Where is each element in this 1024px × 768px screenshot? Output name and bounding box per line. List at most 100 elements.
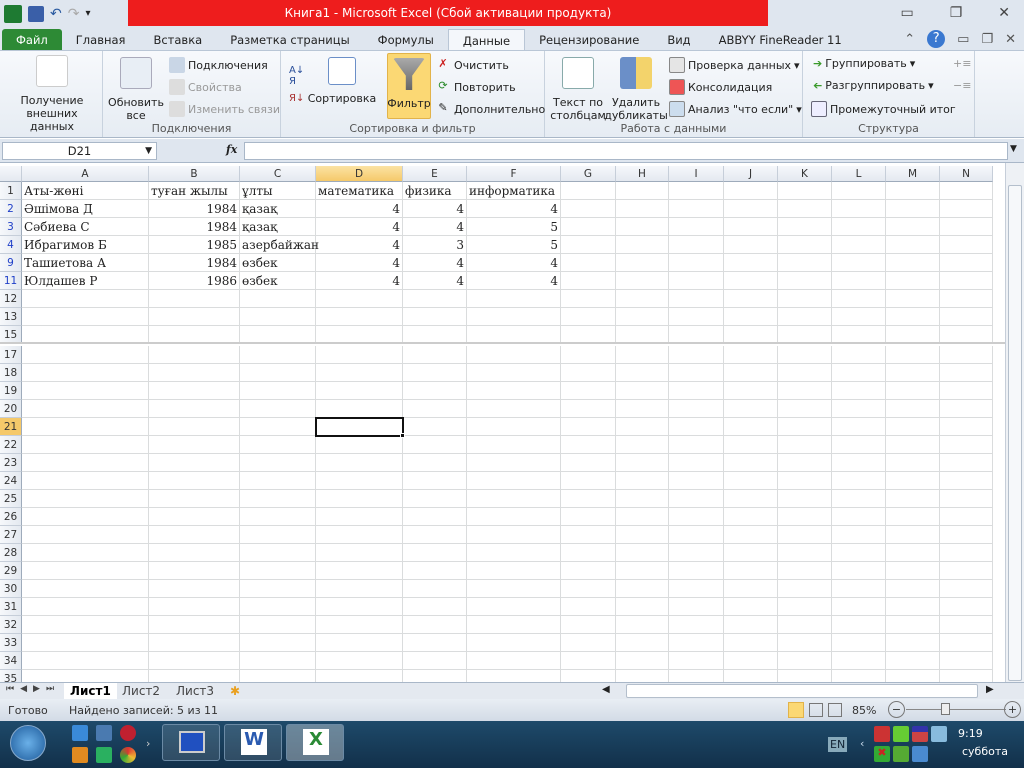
cell-C24[interactable]: [240, 472, 316, 490]
cell-H3[interactable]: [616, 218, 669, 236]
cell-B28[interactable]: [149, 544, 240, 562]
cell-H22[interactable]: [616, 436, 669, 454]
cell-N22[interactable]: [940, 436, 993, 454]
cell-G17[interactable]: [561, 346, 616, 364]
cell-F31[interactable]: [467, 598, 561, 616]
cell-M30[interactable]: [886, 580, 940, 598]
cell-N20[interactable]: [940, 400, 993, 418]
normal-view-icon[interactable]: [788, 702, 804, 718]
cell-A30[interactable]: [22, 580, 149, 598]
cell-E30[interactable]: [403, 580, 467, 598]
cell-K31[interactable]: [778, 598, 832, 616]
tab-5[interactable]: Данные: [447, 29, 526, 51]
cell-N31[interactable]: [940, 598, 993, 616]
spreadsheet-grid[interactable]: A B C D E F G H I J K L M N 1 Аты-жөні туған жылы ұлты мат…: [0, 166, 1005, 682]
cell-B4[interactable]: 1985: [149, 236, 240, 254]
cell-N17[interactable]: [940, 346, 993, 364]
sort-asc-button[interactable]: А↓ Я: [289, 65, 304, 87]
clock-time[interactable]: 9:19: [958, 727, 983, 740]
cell-D9[interactable]: 4: [316, 254, 403, 272]
cell-H26[interactable]: [616, 508, 669, 526]
cell-I22[interactable]: [669, 436, 724, 454]
cell-D12[interactable]: [316, 290, 403, 308]
column-header-M[interactable]: M: [886, 166, 940, 182]
cell-G23[interactable]: [561, 454, 616, 472]
row-header-11[interactable]: 11: [0, 272, 22, 290]
cell-E18[interactable]: [403, 364, 467, 382]
tab-4[interactable]: Формулы: [364, 29, 448, 51]
cell-E28[interactable]: [403, 544, 467, 562]
cell-F13[interactable]: [467, 308, 561, 326]
cell-M22[interactable]: [886, 436, 940, 454]
cell-N23[interactable]: [940, 454, 993, 472]
row-header-34[interactable]: 34: [0, 652, 22, 670]
cell-K30[interactable]: [778, 580, 832, 598]
cell-C25[interactable]: [240, 490, 316, 508]
cell-A27[interactable]: [22, 526, 149, 544]
cell-C11[interactable]: өзбек: [240, 272, 316, 290]
cell-C13[interactable]: [240, 308, 316, 326]
doc-close-icon[interactable]: ✕: [1005, 32, 1016, 47]
cell-F9[interactable]: 4: [467, 254, 561, 272]
cell-J18[interactable]: [724, 364, 778, 382]
cell-K25[interactable]: [778, 490, 832, 508]
remove-duplicates-button[interactable]: Удалить дубликаты: [604, 57, 668, 122]
filter-button[interactable]: Фильтр: [387, 53, 431, 119]
cell-I9[interactable]: [669, 254, 724, 272]
cell-L18[interactable]: [832, 364, 886, 382]
cell-K28[interactable]: [778, 544, 832, 562]
cell-B12[interactable]: [149, 290, 240, 308]
help-icon[interactable]: ?: [927, 30, 946, 48]
cell-M3[interactable]: [886, 218, 940, 236]
download-icon[interactable]: [893, 726, 909, 742]
row-header-24[interactable]: 24: [0, 472, 22, 490]
cell-F28[interactable]: [467, 544, 561, 562]
tab-0[interactable]: Файл: [2, 29, 62, 51]
data-validation-button[interactable]: Проверка данных ▾: [669, 57, 800, 73]
cell-K26[interactable]: [778, 508, 832, 526]
cell-E9[interactable]: 4: [403, 254, 467, 272]
restore-icon[interactable]: ❐: [950, 5, 963, 21]
cell-M27[interactable]: [886, 526, 940, 544]
cell-B23[interactable]: [149, 454, 240, 472]
cell-M19[interactable]: [886, 382, 940, 400]
cell-J1[interactable]: [724, 182, 778, 200]
cell-J29[interactable]: [724, 562, 778, 580]
cell-D17[interactable]: [316, 346, 403, 364]
cell-L19[interactable]: [832, 382, 886, 400]
cell-C33[interactable]: [240, 634, 316, 652]
cell-J3[interactable]: [724, 218, 778, 236]
cell-J9[interactable]: [724, 254, 778, 272]
cell-C20[interactable]: [240, 400, 316, 418]
cell-I20[interactable]: [669, 400, 724, 418]
cell-H19[interactable]: [616, 382, 669, 400]
cell-I28[interactable]: [669, 544, 724, 562]
cell-H35[interactable]: [616, 670, 669, 682]
page-break-view-icon[interactable]: [828, 703, 842, 717]
cell-M28[interactable]: [886, 544, 940, 562]
cell-F18[interactable]: [467, 364, 561, 382]
cell-L9[interactable]: [832, 254, 886, 272]
cell-N12[interactable]: [940, 290, 993, 308]
cell-G18[interactable]: [561, 364, 616, 382]
cell-J22[interactable]: [724, 436, 778, 454]
cell-D24[interactable]: [316, 472, 403, 490]
cell-J28[interactable]: [724, 544, 778, 562]
cell-B17[interactable]: [149, 346, 240, 364]
cell-I32[interactable]: [669, 616, 724, 634]
row-header-2[interactable]: 2: [0, 200, 22, 218]
cell-M24[interactable]: [886, 472, 940, 490]
cell-G26[interactable]: [561, 508, 616, 526]
cell-F19[interactable]: [467, 382, 561, 400]
cell-J33[interactable]: [724, 634, 778, 652]
cell-E1[interactable]: физика: [403, 182, 467, 200]
cell-N18[interactable]: [940, 364, 993, 382]
cell-B11[interactable]: 1986: [149, 272, 240, 290]
cell-F26[interactable]: [467, 508, 561, 526]
cell-E13[interactable]: [403, 308, 467, 326]
cell-G9[interactable]: [561, 254, 616, 272]
row-header-20[interactable]: 20: [0, 400, 22, 418]
consolidate-button[interactable]: Консолидация: [669, 79, 772, 95]
cell-L27[interactable]: [832, 526, 886, 544]
sort-desc-button[interactable]: Я↓: [289, 93, 304, 104]
